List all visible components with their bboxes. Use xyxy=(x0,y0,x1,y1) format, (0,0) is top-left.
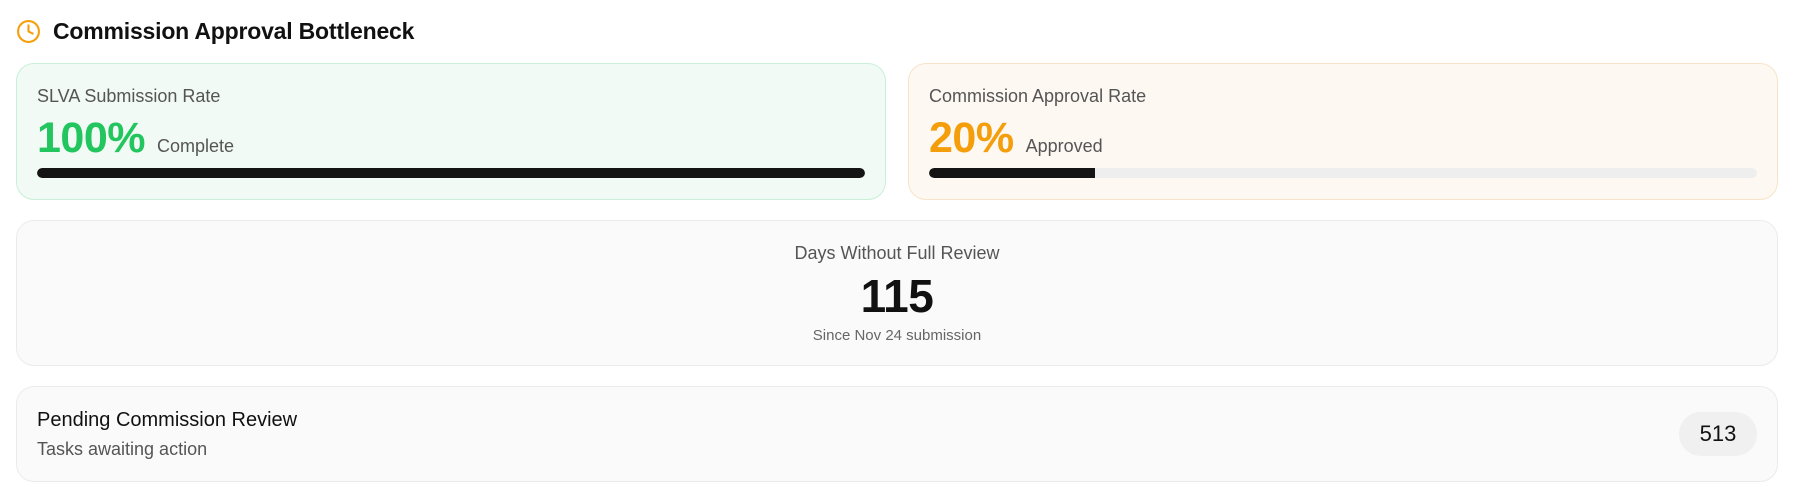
approval-progress-bar xyxy=(929,168,1757,178)
days-without-review-card: Days Without Full Review 115 Since Nov 2… xyxy=(16,220,1778,366)
pending-review-subtitle: Tasks awaiting action xyxy=(37,439,208,459)
submission-rate-row: 100% Complete xyxy=(37,114,234,163)
approval-rate-card: Commission Approval Rate 20% Approved xyxy=(908,63,1778,200)
days-without-review-label: Days Without Full Review xyxy=(794,243,1000,263)
approval-rate-value: 20% xyxy=(929,114,1014,162)
pending-count-badge: 513 xyxy=(1679,412,1757,456)
submission-rate-card: SLVA Submission Rate 100% Complete xyxy=(16,63,886,200)
approval-rate-row: 20% Approved xyxy=(929,114,1103,163)
pending-review-card[interactable]: Pending Commission Review Tasks awaiting… xyxy=(16,386,1778,482)
submission-progress-bar xyxy=(37,168,865,178)
submission-rate-label: SLVA Submission Rate xyxy=(37,86,221,106)
section-header: Commission Approval Bottleneck xyxy=(16,14,414,48)
days-without-review-value: 115 xyxy=(860,270,934,322)
submission-rate-suffix: Complete xyxy=(156,136,235,156)
days-without-review-subtext: Since Nov 24 submission xyxy=(812,327,982,344)
clock-icon xyxy=(16,19,41,44)
pending-review-title: Pending Commission Review xyxy=(37,409,298,431)
approval-progress-fill xyxy=(929,168,1095,178)
approval-rate-label: Commission Approval Rate xyxy=(929,86,1147,106)
submission-progress-fill xyxy=(37,168,865,178)
approval-rate-suffix: Approved xyxy=(1025,136,1103,156)
section-title: Commission Approval Bottleneck xyxy=(53,17,415,44)
submission-rate-value: 100% xyxy=(37,114,145,162)
